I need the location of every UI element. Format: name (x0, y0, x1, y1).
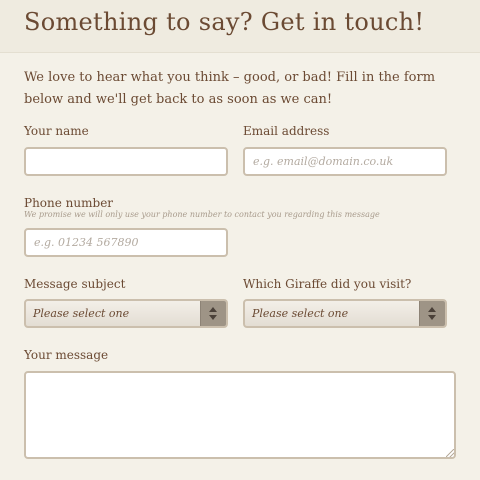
page-header: Something to say? Get in touch! (0, 0, 480, 53)
name-label: Your name (24, 124, 89, 138)
giraffe-label: Which Giraffe did you visit? (243, 277, 412, 291)
up-down-chevron-icon[interactable] (200, 301, 226, 326)
subject-selected-value: Please select one (33, 307, 130, 320)
resize-grip-icon[interactable] (446, 449, 454, 457)
email-input[interactable] (243, 147, 447, 176)
phone-label: Phone number (24, 196, 114, 210)
subject-select[interactable]: Please select one (24, 299, 228, 328)
intro-text: We love to hear what you think – good, o… (24, 70, 436, 107)
subject-label: Message subject (24, 277, 126, 291)
chevron-up-icon (209, 307, 217, 312)
giraffe-selected-value: Please select one (252, 307, 349, 320)
up-down-chevron-icon[interactable] (419, 301, 445, 326)
email-label: Email address (243, 124, 330, 138)
phone-input[interactable] (24, 228, 228, 257)
message-label: Your message (24, 348, 109, 362)
page-title: Something to say? Get in touch! (24, 8, 425, 36)
name-input[interactable] (24, 147, 228, 176)
chevron-up-icon (428, 307, 436, 312)
message-textarea[interactable] (24, 371, 456, 459)
giraffe-select[interactable]: Please select one (243, 299, 447, 328)
chevron-down-icon (209, 315, 217, 320)
phone-hint: We promise we will only use your phone n… (24, 210, 380, 219)
chevron-down-icon (428, 315, 436, 320)
